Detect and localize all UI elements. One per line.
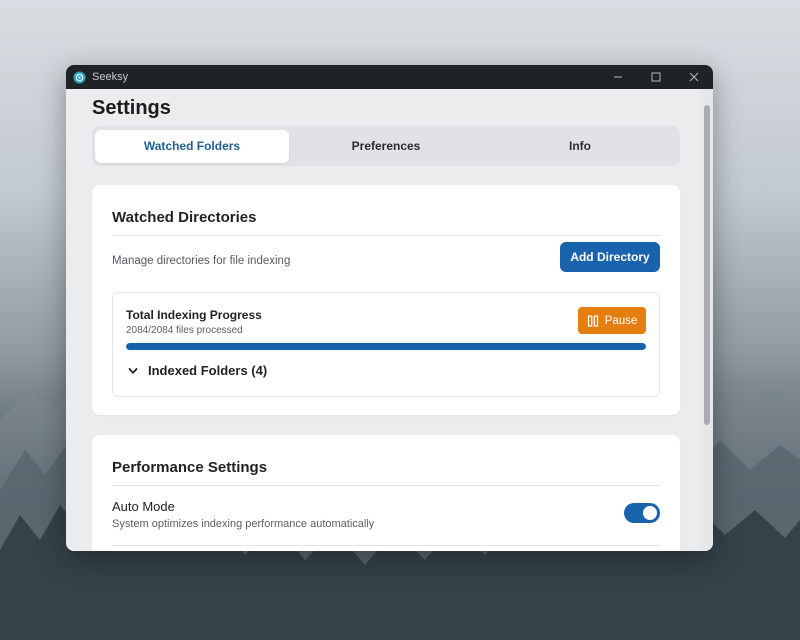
chevron-down-icon	[128, 367, 138, 374]
page-title: Settings	[92, 97, 171, 119]
auto-mode-label: Auto Mode	[112, 499, 175, 514]
watched-directories-title: Watched Directories	[112, 209, 257, 226]
pause-label: Pause	[604, 314, 638, 327]
add-directory-button[interactable]: Add Directory	[560, 242, 660, 272]
minimize-button[interactable]	[599, 65, 637, 89]
indexing-progress-panel: Total Indexing Progress 2084/2084 files …	[112, 292, 660, 397]
watched-directories-description: Manage directories for file indexing	[112, 255, 291, 267]
indexed-folders-toggle[interactable]: Indexed Folders (4)	[128, 363, 267, 378]
settings-tabs: Watched Folders Preferences Info	[92, 126, 680, 166]
vertical-scrollbar[interactable]	[701, 89, 713, 551]
progress-bar	[126, 343, 646, 350]
scrollbar-thumb[interactable]	[704, 105, 710, 425]
close-button[interactable]	[675, 65, 713, 89]
close-icon	[689, 72, 699, 82]
tab-preferences[interactable]: Preferences	[289, 130, 483, 163]
performance-settings-title: Performance Settings	[112, 459, 268, 476]
auto-mode-description: System optimizes indexing performance au…	[112, 518, 375, 530]
title-bar[interactable]: Seeksy	[66, 65, 713, 89]
divider	[112, 235, 660, 236]
maximize-icon	[651, 72, 661, 82]
minimize-icon	[614, 76, 622, 78]
app-name: Seeksy	[92, 71, 129, 83]
pause-button[interactable]: Pause	[578, 307, 646, 334]
app-window: Seeksy Settings Watched Folders Preferen…	[66, 65, 713, 551]
progress-title: Total Indexing Progress	[126, 308, 262, 322]
settings-content: Settings Watched Folders Preferences Inf…	[66, 89, 701, 551]
performance-settings-card: Performance Settings Auto Mode System op…	[92, 435, 680, 551]
app-logo-icon	[73, 71, 86, 84]
toggle-knob	[643, 506, 657, 520]
progress-bar-fill	[126, 343, 646, 350]
tab-info[interactable]: Info	[483, 130, 677, 163]
progress-files-count: 2084/2084 files processed	[126, 325, 243, 336]
tab-watched-folders[interactable]: Watched Folders	[95, 129, 289, 163]
pause-icon	[587, 314, 598, 327]
watched-directories-card: Watched Directories Manage directories f…	[92, 185, 680, 415]
indexed-folders-label: Indexed Folders (4)	[148, 363, 268, 378]
auto-mode-toggle[interactable]	[624, 503, 660, 523]
divider	[112, 545, 660, 546]
divider	[112, 485, 660, 486]
maximize-button[interactable]	[637, 65, 675, 89]
